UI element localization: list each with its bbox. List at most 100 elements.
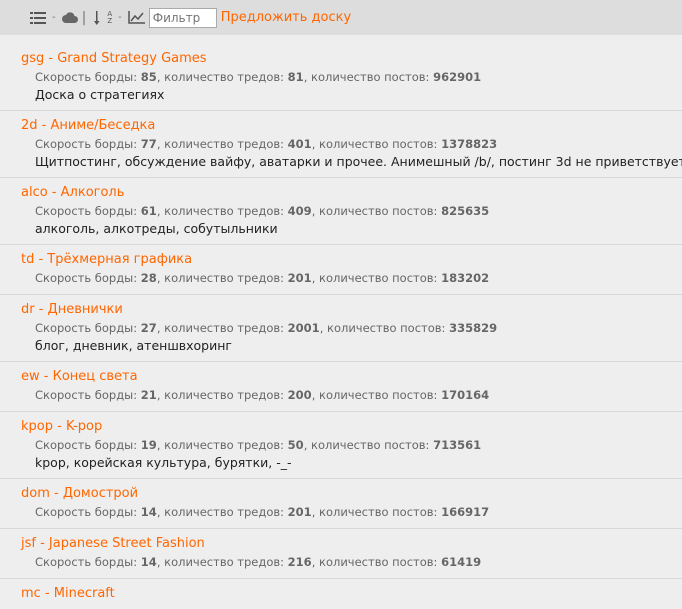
stats-posts-value: 1378823 <box>441 137 498 151</box>
board-title-link[interactable]: alco - Алкоголь <box>21 185 124 201</box>
stats-speed-value: 61 <box>140 204 157 218</box>
stats-posts-value: 825635 <box>441 204 490 218</box>
stats-threads-value: 216 <box>287 555 312 569</box>
stats-speed-value: 77 <box>140 137 157 151</box>
board-item: kpop - K-pop Скорость борды: 19, количест… <box>0 412 682 479</box>
board-item: gsg - Grand Strategy Games Скорость борды… <box>0 44 682 111</box>
board-stats: Скорость борды: 21, количество тредов: 2… <box>21 387 682 403</box>
toolbar: - | A Z - Предложить доску <box>0 0 682 35</box>
stats-threads-value: 409 <box>287 204 312 218</box>
stats-threads-label: , количество тредов: <box>156 555 288 569</box>
board-title-link[interactable]: 2d - Аниме/Беседка <box>21 118 155 134</box>
stats-posts-label: , количество постов: <box>311 505 442 519</box>
board-stats: Скорость борды: 77, количество тредов: 4… <box>21 136 682 152</box>
board-item: td - Трёхмерная графика Скорость борды: 2… <box>0 245 682 295</box>
stats-speed-label: Скорость борды: <box>35 505 141 519</box>
board-stats: Скорость борды: 14, количество тредов: 2… <box>21 554 682 570</box>
board-stats: Скорость борды: 27, количество тредов: 2… <box>21 320 682 336</box>
filter-input[interactable] <box>148 7 217 28</box>
stats-speed-value: 19 <box>140 438 157 452</box>
board-list: gsg - Grand Strategy Games Скорость борды… <box>0 44 682 609</box>
list-view-icon[interactable] <box>30 11 46 24</box>
stats-posts-label: , количество постов: <box>311 204 442 218</box>
board-title-link[interactable]: ew - Конец света <box>21 369 138 385</box>
stats-posts-value: 713561 <box>433 438 482 452</box>
board-title-link[interactable]: gsg - Grand Strategy Games <box>21 51 207 67</box>
stats-speed-label: Скорость борды: <box>35 204 141 218</box>
board-title-link[interactable]: dr - Дневнички <box>21 302 123 318</box>
stats-speed-value: 21 <box>140 388 157 402</box>
stats-threads-label: , количество тредов: <box>156 438 288 452</box>
board-item: dr - Дневнички Скорость борды: 27, количе… <box>0 295 682 362</box>
board-stats: Скорость борды: 85, количество тредов: 8… <box>21 69 682 85</box>
toolbar-divider: | <box>81 9 87 26</box>
stats-threads-label: , количество тредов: <box>156 271 288 285</box>
stats-threads-value: 81 <box>287 70 304 84</box>
stats-posts-label: , количество постов: <box>303 70 434 84</box>
stats-speed-value: 14 <box>140 555 157 569</box>
stats-threads-value: 401 <box>287 137 312 151</box>
stats-posts-label: , количество постов: <box>311 555 442 569</box>
stats-speed-value: 14 <box>140 505 157 519</box>
stats-speed-label: Скорость борды: <box>35 438 141 452</box>
stats-threads-label: , количество тредов: <box>156 137 288 151</box>
stats-speed-value: 28 <box>140 271 157 285</box>
stats-threads-label: , количество тредов: <box>156 321 288 335</box>
board-item: mc - Minecraft <box>0 579 682 609</box>
board-item: ew - Конец света Скорость борды: 21, коли… <box>0 362 682 412</box>
cloud-icon[interactable] <box>61 12 78 23</box>
stats-speed-label: Скорость борды: <box>35 321 141 335</box>
stats-posts-value: 962901 <box>433 70 482 84</box>
stats-posts-value: 335829 <box>449 321 498 335</box>
sort-alpha-icon[interactable]: A Z <box>94 10 113 25</box>
stats-threads-value: 200 <box>287 388 312 402</box>
stats-speed-label: Скорость борды: <box>35 70 141 84</box>
chart-line-icon[interactable] <box>127 11 145 24</box>
stats-threads-label: , количество тредов: <box>156 70 288 84</box>
stats-threads-value: 201 <box>287 271 312 285</box>
stats-threads-label: , количество тредов: <box>156 388 288 402</box>
board-item: alco - Алкоголь Скорость борды: 61, колич… <box>0 178 682 245</box>
board-stats: Скорость борды: 28, количество тредов: 2… <box>21 270 682 286</box>
stats-speed-label: Скорость борды: <box>35 137 141 151</box>
stats-threads-value: 201 <box>287 505 312 519</box>
suggest-board-link[interactable]: Предложить доску <box>221 10 351 25</box>
board-title-link[interactable]: td - Трёхмерная графика <box>21 252 192 268</box>
stats-posts-label: , количество постов: <box>311 137 442 151</box>
stats-posts-value: 61419 <box>441 555 482 569</box>
stats-speed-label: Скорость борды: <box>35 555 141 569</box>
stats-posts-value: 166917 <box>441 505 490 519</box>
stats-speed-value: 85 <box>140 70 157 84</box>
board-description: Щитпостинг, обсуждение вайфу, аватарки и… <box>35 154 682 169</box>
board-item: jsf - Japanese Street Fashion Скорость бо… <box>0 529 682 579</box>
stats-posts-value: 183202 <box>441 271 490 285</box>
toolbar-dash: - <box>52 12 56 23</box>
board-title-link[interactable]: jsf - Japanese Street Fashion <box>21 536 205 552</box>
toolbar-dash-2: - <box>118 12 122 23</box>
board-item: 2d - Аниме/Беседка Скорость борды: 77, ко… <box>0 111 682 178</box>
board-description: блог, дневник, атеншвхоринг <box>35 338 232 353</box>
board-description: алкоголь, алкотреды, собутыльники <box>35 221 278 236</box>
stats-threads-label: , количество тредов: <box>156 204 288 218</box>
board-title-link[interactable]: dom - Домострой <box>21 486 138 502</box>
board-stats: Скорость борды: 14, количество тредов: 2… <box>21 504 682 520</box>
sort-z-letter: Z <box>107 16 113 25</box>
stats-speed-label: Скорость борды: <box>35 271 141 285</box>
board-description: kpop, корейская культура, бурятки, -_- <box>35 455 292 470</box>
stats-posts-label: , количество постов: <box>303 438 434 452</box>
board-description: Доска о стратегиях <box>35 87 165 102</box>
board-item: dom - Домострой Скорость борды: 14, колич… <box>0 479 682 529</box>
stats-threads-value: 50 <box>287 438 304 452</box>
stats-speed-label: Скорость борды: <box>35 388 141 402</box>
stats-threads-label: , количество тредов: <box>156 505 288 519</box>
board-title-link[interactable]: mc - Minecraft <box>21 586 115 602</box>
stats-posts-label: , количество постов: <box>319 321 450 335</box>
stats-posts-label: , количество постов: <box>311 271 442 285</box>
board-stats: Скорость борды: 61, количество тредов: 4… <box>21 203 682 219</box>
board-stats: Скорость борды: 19, количество тредов: 5… <box>21 437 682 453</box>
board-title-link[interactable]: kpop - K-pop <box>21 419 102 435</box>
stats-threads-value: 2001 <box>287 321 320 335</box>
stats-speed-value: 27 <box>140 321 157 335</box>
stats-posts-value: 170164 <box>441 388 490 402</box>
stats-posts-label: , количество постов: <box>311 388 442 402</box>
